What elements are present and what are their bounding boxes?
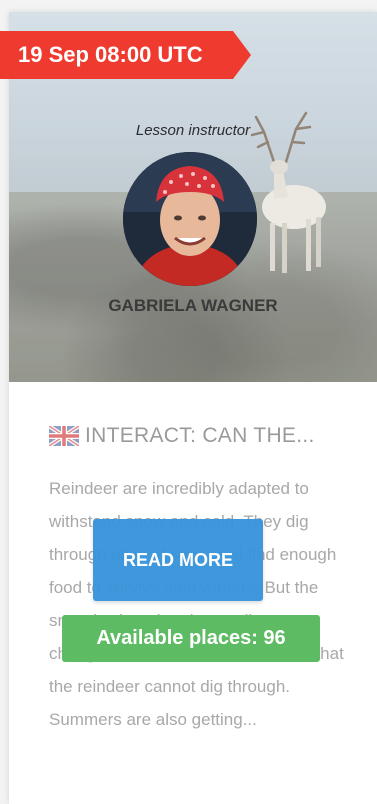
lesson-description: Reindeer are incredibly adapted to withs… — [49, 472, 349, 736]
instructor-name: GABRIELA WAGNER — [108, 296, 278, 315]
date-ribbon: 19 Sep 08:00 UTC — [0, 31, 251, 79]
instructor-photo — [123, 152, 257, 286]
page: Lesson instructor GABRIELA WAGNER INTERA… — [0, 0, 377, 804]
instructor-avatar — [123, 152, 257, 286]
instructor-caption: Lesson instructor — [135, 122, 251, 139]
read-more-button[interactable]: READ MORE — [93, 519, 263, 601]
lesson-description-text: Reindeer are incredibly adapted to withs… — [49, 479, 344, 729]
available-places-badge: Available places: 96 — [62, 615, 320, 662]
lesson-card[interactable]: Lesson instructor GABRIELA WAGNER INTERA… — [9, 12, 377, 804]
uk-flag-icon — [49, 426, 79, 446]
lesson-title-row[interactable]: INTERACT: CAN THE... — [49, 424, 315, 448]
lesson-title: INTERACT: CAN THE... — [85, 424, 315, 447]
